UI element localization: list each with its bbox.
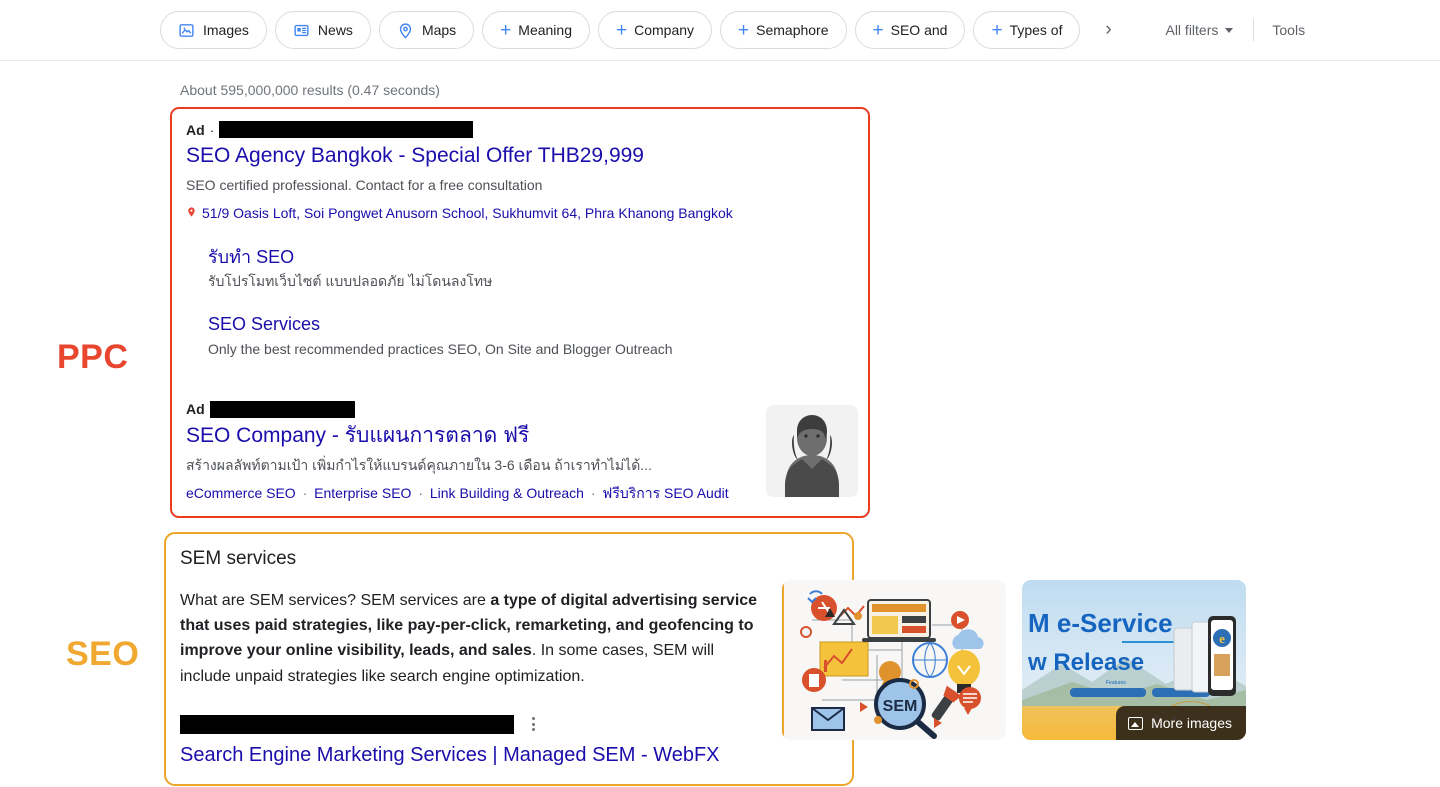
chip-maps[interactable]: Maps (379, 11, 474, 49)
ad-link-enterprise-seo[interactable]: Enterprise SEO (314, 485, 411, 501)
seo-featured-snippet-highlight-box: SEM services What are SEM services? SEM … (164, 532, 854, 786)
image-icon (178, 22, 195, 39)
ad-description: SEO certified professional. Contact for … (186, 175, 858, 196)
chip-label: News (318, 22, 353, 38)
chip-meaning[interactable]: + Meaning (482, 11, 590, 49)
svg-text:w Release: w Release (1027, 649, 1144, 676)
chevron-down-icon (1225, 28, 1233, 33)
svg-text:e: e (1219, 631, 1225, 646)
redacted-url-bar (180, 715, 514, 734)
ad-link-link-building[interactable]: Link Building & Outreach (430, 485, 584, 501)
all-filters-label: All filters (1165, 22, 1218, 38)
plus-icon: + (738, 21, 749, 40)
chip-images[interactable]: Images (160, 11, 267, 49)
separator-dot: · (303, 485, 308, 501)
ad-result-1: Ad · SEO Agency Bangkok - Special Offer … (186, 121, 858, 359)
highlight-edge-line (782, 580, 784, 740)
chip-label: Maps (422, 22, 456, 38)
snippet-source-title-link[interactable]: Search Engine Marketing Services | Manag… (180, 742, 836, 768)
chip-company[interactable]: + Company (598, 11, 712, 49)
ad-content: Ad SEO Company - รับแผนการตลาด ฟรี สร้าง… (186, 401, 750, 504)
separator-dot: · (210, 122, 215, 138)
ad-address-link[interactable]: 51/9 Oasis Loft, Soi Pongwet Anusorn Sch… (186, 205, 858, 224)
ad-sitelink-1: รับทำ SEO รับโปรโมทเว็บไซต์ แบบปลอดภัย ไ… (208, 246, 858, 292)
featured-snippet-images: SEM (782, 580, 1246, 740)
svg-text:Features: Features (1106, 680, 1126, 686)
chip-seo-and[interactable]: + SEO and (855, 11, 966, 49)
featured-snippet-title: SEM services (180, 548, 836, 570)
more-images-label: More images (1151, 715, 1232, 731)
ad-thumbnail-image[interactable] (766, 405, 858, 497)
ad-url-row: Ad (186, 401, 750, 418)
search-results-main: About 595,000,000 results (0.47 seconds)… (0, 61, 1440, 786)
results-count: About 595,000,000 results (0.47 seconds) (160, 61, 1440, 107)
separator-dot: · (591, 485, 596, 501)
image-icon (1128, 717, 1143, 730)
map-pin-icon (397, 22, 414, 39)
divider (1253, 19, 1254, 41)
ad-sitelink-2: SEO Services Only the best recommended p… (208, 313, 858, 359)
redacted-url-bar (210, 401, 355, 418)
filter-controls: All filters Tools (1155, 16, 1313, 44)
ad-sitelink-row: eCommerce SEO · Enterprise SEO · Link Bu… (186, 483, 750, 504)
ad-title-link[interactable]: SEO Company - รับแผนการตลาด ฟรี (186, 423, 750, 449)
ad-sitelinks: รับทำ SEO รับโปรโมทเว็บไซต์ แบบปลอดภัย ไ… (208, 246, 858, 359)
snippet-lead-text: What are SEM services? SEM services are (180, 592, 490, 609)
ad-result-2: Ad SEO Company - รับแผนการตลาด ฟรี สร้าง… (186, 401, 858, 504)
annotation-ppc: PPC (57, 338, 128, 377)
svg-text:M e-Service: M e-Service (1028, 608, 1173, 638)
ad-link-ecommerce-seo[interactable]: eCommerce SEO (186, 485, 296, 501)
sitelink-description: Only the best recommended practices SEO,… (208, 339, 858, 359)
chip-label: Types of (1010, 22, 1063, 38)
ad-description: สร้างผลลัพท์ตามเป้า เพิ่มกำไรให้แบรนด์คุ… (186, 455, 750, 476)
plus-icon: + (616, 21, 627, 40)
search-filter-bar: Images News Maps + Meani (0, 0, 1440, 61)
snippet-image-eservice-banner[interactable]: M e-Service w Release Features e (1022, 580, 1246, 740)
news-icon (293, 22, 310, 39)
ad-address-text: 51/9 Oasis Loft, Soi Pongwet Anusorn Sch… (202, 205, 733, 221)
sitelink-title-link[interactable]: SEO Services (208, 313, 858, 336)
snippet-source-url-row (180, 715, 836, 734)
plus-icon: + (991, 21, 1002, 40)
sitelink-title-link[interactable]: รับทำ SEO (208, 246, 858, 269)
ad-badge: Ad (186, 122, 205, 138)
ad-link-seo-audit[interactable]: ฟรีบริการ SEO Audit (602, 485, 728, 501)
more-images-button[interactable]: More images (1116, 706, 1246, 740)
chevron-right-icon[interactable]: › (1094, 16, 1122, 44)
plus-icon: + (873, 21, 884, 40)
chip-label: Meaning (518, 22, 572, 38)
tools-button[interactable]: Tools (1264, 16, 1313, 44)
ad-spacer (186, 381, 858, 401)
ad-badge: Ad (186, 401, 205, 417)
plus-icon: + (500, 21, 511, 40)
chip-types-of[interactable]: + Types of (973, 11, 1080, 49)
ad-title-link[interactable]: SEO Agency Bangkok - Special Offer THB29… (186, 143, 858, 169)
filter-chip-list: Images News Maps + Meani (160, 11, 1080, 49)
sitelink-description: รับโปรโมทเว็บไซต์ แบบปลอดภัย ไม่โดนลงโทษ (208, 271, 858, 291)
location-pin-icon (186, 205, 197, 224)
chip-label: Images (203, 22, 249, 38)
chip-label: Company (634, 22, 694, 38)
separator-dot: · (418, 485, 423, 501)
more-options-icon[interactable] (528, 715, 539, 733)
annotation-seo: SEO (66, 635, 139, 674)
ad-url-row: Ad · (186, 121, 858, 138)
ppc-ads-highlight-box: Ad · SEO Agency Bangkok - Special Offer … (170, 107, 870, 518)
chip-semaphore[interactable]: + Semaphore (720, 11, 847, 49)
all-filters-button[interactable]: All filters (1155, 16, 1243, 44)
redacted-url-bar (219, 121, 473, 138)
chip-label: Semaphore (756, 22, 828, 38)
chip-label: SEO and (891, 22, 948, 38)
featured-snippet-body: What are SEM services? SEM services are … (180, 588, 760, 689)
chip-news[interactable]: News (275, 11, 371, 49)
svg-text:SEM: SEM (883, 698, 918, 715)
snippet-image-sem-infographic[interactable]: SEM (782, 580, 1006, 740)
